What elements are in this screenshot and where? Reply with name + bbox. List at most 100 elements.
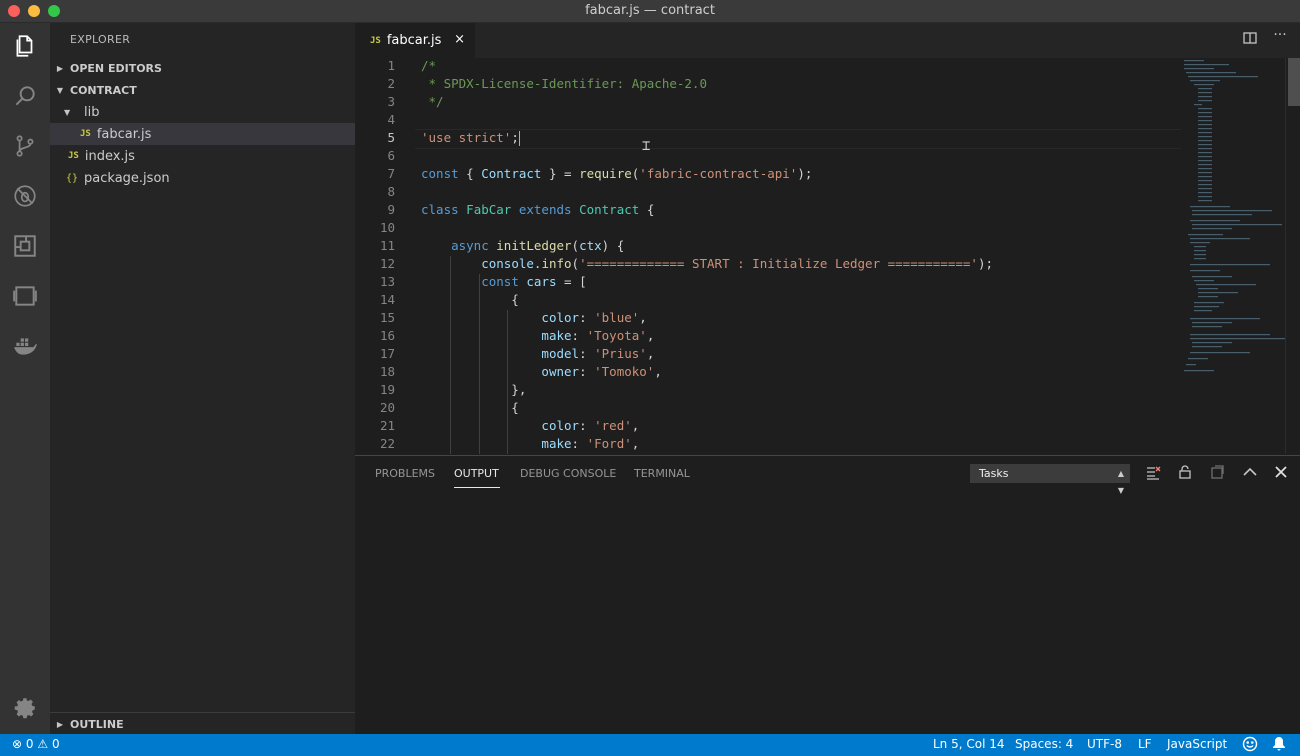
activity-bar <box>0 23 50 734</box>
eol-status[interactable]: LF <box>1138 737 1152 751</box>
chevron-right-icon: ▶ <box>56 63 64 73</box>
code-line: make: 'Toyota', <box>541 328 655 343</box>
output-channel-value: Tasks <box>979 467 1009 480</box>
line-number: 22 <box>379 436 395 451</box>
code-line: make: 'Ford', <box>541 436 640 451</box>
line-number: 16 <box>379 328 395 343</box>
problems-status[interactable]: ⊗ 0 ⚠ 0 <box>12 737 60 751</box>
line-number: 4 <box>387 112 395 127</box>
line-number: 5 <box>387 130 395 145</box>
explorer-sidebar: EXPLORER ▶ OPEN EDITORS ▼ CONTRACT ▼ lib… <box>50 23 355 734</box>
code-line: { <box>421 400 519 415</box>
file-label: package.json <box>84 170 170 186</box>
code-line: model: 'Prius', <box>541 346 655 361</box>
minimap[interactable] <box>1180 58 1285 454</box>
file-label: fabcar.js <box>96 126 152 142</box>
code-line: const { Contract } = require('fabric-con… <box>421 166 813 181</box>
window-title: fabcar.js — contract <box>585 3 715 18</box>
code-editor[interactable]: 1 2 3 4 5 6 7 8 9 10 11 12 13 14 15 16 17 18 19 20 21 22 /* *… <box>355 58 1300 454</box>
chevron-down-icon: ▼ <box>56 85 64 95</box>
folder-lib-label: lib <box>84 104 100 120</box>
select-arrows-icon: ▲ ▼ <box>1117 469 1124 495</box>
line-number: 19 <box>379 382 395 397</box>
explorer-icon[interactable] <box>10 31 40 61</box>
clear-output-icon[interactable] <box>1144 465 1162 483</box>
more-actions-icon[interactable]: ··· <box>1271 27 1289 45</box>
split-editor-icon[interactable] <box>1241 31 1259 49</box>
code-line: }, <box>421 382 527 397</box>
code-line: */ <box>421 94 444 109</box>
code-line: owner: 'Tomoko', <box>541 364 662 379</box>
line-number: 1 <box>387 58 395 73</box>
code-line: color: 'blue', <box>541 310 647 325</box>
tab-fabcar-js[interactable]: JS fabcar.js × <box>355 23 475 58</box>
line-number: 21 <box>379 418 395 433</box>
js-file-icon: JS <box>80 129 91 139</box>
close-panel-icon[interactable] <box>1272 465 1290 483</box>
code-line: 'use strict'; <box>421 130 520 146</box>
indentation-status[interactable]: Spaces: 4 <box>1015 737 1073 751</box>
sidebar-title: EXPLORER <box>70 33 131 46</box>
debug-icon[interactable] <box>10 181 40 211</box>
code-line: console.info('============= START : Init… <box>481 256 993 271</box>
open-editors-label: OPEN EDITORS <box>70 61 162 75</box>
line-number: 9 <box>387 202 395 217</box>
line-number: 15 <box>379 310 395 325</box>
json-file-icon: {} <box>66 172 79 184</box>
code-line: color: 'red', <box>541 418 640 433</box>
code-line: const cars = [ <box>481 274 587 289</box>
code-line: /* <box>421 58 437 73</box>
text-caret <box>518 131 520 146</box>
js-file-icon: JS <box>68 151 79 161</box>
contract-section[interactable]: ▼ CONTRACT <box>50 79 355 101</box>
line-number: 17 <box>379 346 395 361</box>
scrollbar-thumb[interactable] <box>1288 58 1300 106</box>
file-package-json[interactable]: {} package.json <box>50 167 355 189</box>
title-bar: fabcar.js — contract <box>0 0 1300 23</box>
editor-tab-bar: JS fabcar.js × ··· <box>355 23 1300 58</box>
tab-debug-console[interactable]: DEBUG CONSOLE <box>520 467 616 480</box>
line-number: 3 <box>387 94 395 109</box>
source-control-icon[interactable] <box>10 131 40 161</box>
outline-section[interactable]: ▶ OUTLINE <box>50 712 355 735</box>
folder-lib[interactable]: ▼ lib <box>50 101 355 123</box>
editor-scrollbar[interactable] <box>1285 58 1300 454</box>
open-in-editor-icon[interactable] <box>1208 465 1226 483</box>
tab-output[interactable]: OUTPUT <box>454 467 499 480</box>
line-number: 18 <box>379 364 395 379</box>
cursor-position-status[interactable]: Ln 5, Col 14 <box>933 737 1005 751</box>
feedback-smiley-icon[interactable] <box>1242 736 1258 755</box>
encoding-status[interactable]: UTF-8 <box>1087 737 1122 751</box>
remote-explorer-icon[interactable] <box>10 281 40 311</box>
outline-label: OUTLINE <box>70 717 124 731</box>
line-number: 10 <box>379 220 395 235</box>
warning-count: 0 <box>51 737 60 751</box>
docker-icon[interactable] <box>10 331 40 361</box>
search-icon[interactable] <box>10 81 40 111</box>
output-channel-select[interactable]: Tasks ▲ ▼ <box>970 464 1130 495</box>
lock-icon[interactable] <box>1176 465 1194 483</box>
file-fabcar-js[interactable]: JS fabcar.js <box>50 123 355 145</box>
js-file-icon: JS <box>370 35 381 46</box>
file-index-js[interactable]: JS index.js <box>50 145 355 167</box>
line-number: 14 <box>379 292 395 307</box>
gear-icon[interactable] <box>10 693 40 723</box>
line-number: 2 <box>387 76 395 91</box>
line-number: 11 <box>379 238 395 253</box>
tab-label: fabcar.js <box>386 33 442 48</box>
warning-icon: ⚠ <box>37 737 49 751</box>
extensions-icon[interactable] <box>10 231 40 261</box>
maximize-panel-icon[interactable] <box>1241 465 1259 483</box>
status-bar: ⊗ 0 ⚠ 0 Ln 5, Col 14 Spaces: 4 UTF-8 LF … <box>0 734 1300 756</box>
close-icon[interactable]: × <box>454 32 465 47</box>
notifications-bell-icon[interactable] <box>1271 736 1287 755</box>
chevron-down-icon: ▼ <box>64 107 71 117</box>
line-number: 20 <box>379 400 395 415</box>
current-line-highlight <box>415 129 1181 149</box>
language-mode-status[interactable]: JavaScript <box>1167 737 1227 751</box>
file-label: index.js <box>84 148 135 164</box>
open-editors-section[interactable]: ▶ OPEN EDITORS <box>50 57 355 79</box>
tab-problems[interactable]: PROBLEMS <box>375 467 435 480</box>
tab-terminal[interactable]: TERMINAL <box>634 467 690 480</box>
line-number: 7 <box>387 166 395 181</box>
